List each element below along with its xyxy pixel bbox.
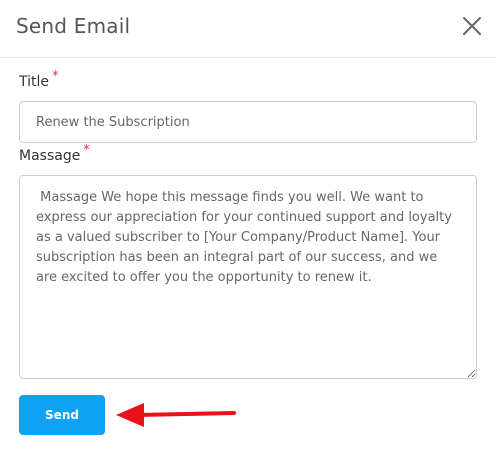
title-required-marker: * [52, 69, 59, 84]
message-label-text: Massage [19, 148, 81, 164]
send-email-dialog: Send Email Title* Massage* Massage We ho… [0, 0, 496, 454]
title-label-text: Title [19, 74, 50, 90]
title-label: Title * [19, 69, 59, 90]
title-input[interactable] [19, 101, 477, 143]
message-required-marker: * [83, 143, 90, 158]
close-button[interactable] [460, 14, 484, 38]
message-label: Massage * [19, 143, 90, 164]
close-icon [463, 17, 481, 35]
dialog-title: Send Email [16, 14, 131, 38]
red-arrow-left-icon [116, 403, 236, 427]
dialog-header: Send Email [0, 0, 496, 58]
message-textarea[interactable]: Massage We hope this message finds you w… [19, 175, 477, 379]
send-button[interactable]: Send [19, 395, 105, 435]
